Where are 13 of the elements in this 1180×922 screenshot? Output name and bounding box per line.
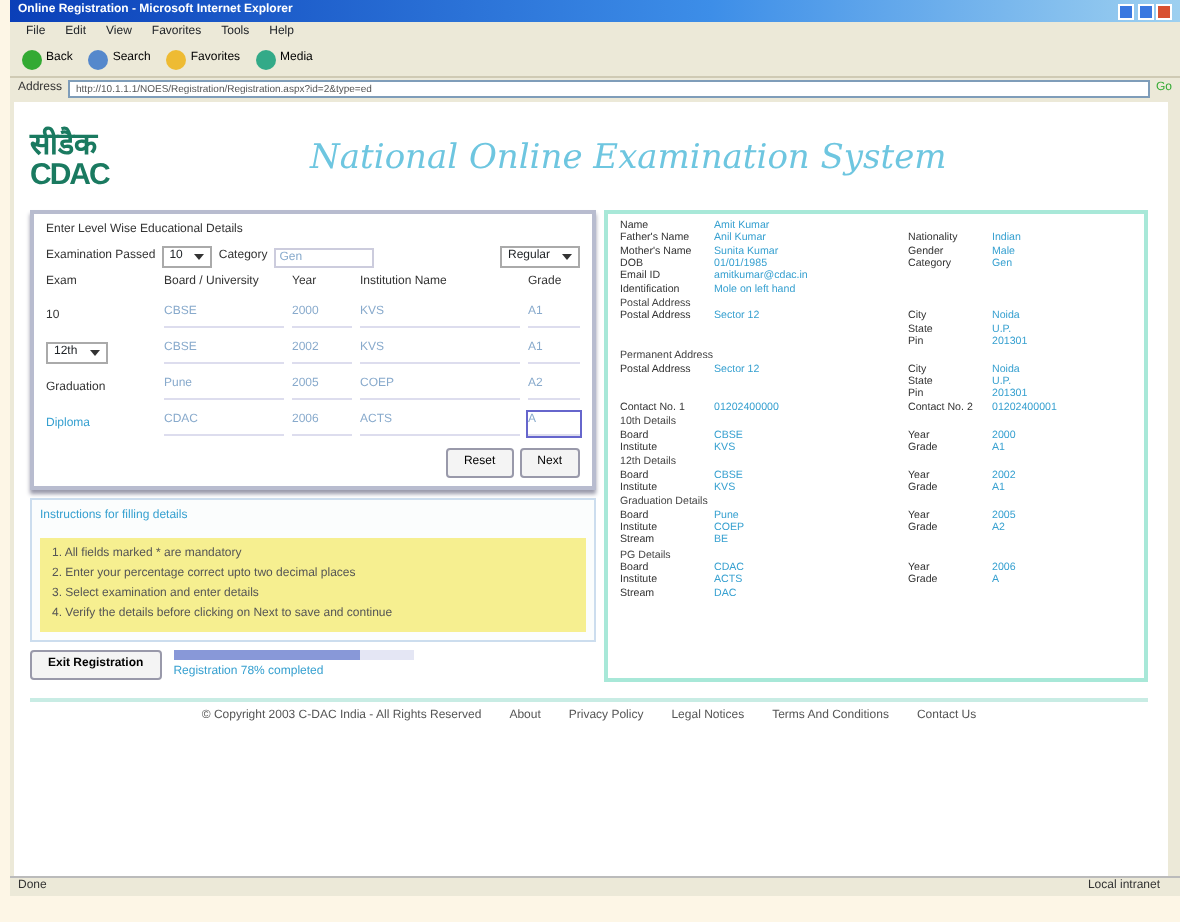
circle-icon	[166, 49, 187, 69]
site-title: National Online Examination System	[307, 136, 949, 183]
circle-icon	[256, 49, 277, 69]
caret-icon	[89, 349, 100, 355]
caret-icon	[194, 254, 205, 260]
circle-icon	[22, 49, 42, 69]
maximize-button[interactable]	[1137, 3, 1153, 19]
logo-text: सीडैक	[30, 130, 100, 160]
caret-icon	[562, 254, 572, 260]
circle-icon	[88, 49, 109, 69]
close-button[interactable]	[1156, 3, 1172, 19]
minimize-button[interactable]	[1118, 3, 1134, 19]
logo-text: CDAC	[30, 160, 109, 190]
